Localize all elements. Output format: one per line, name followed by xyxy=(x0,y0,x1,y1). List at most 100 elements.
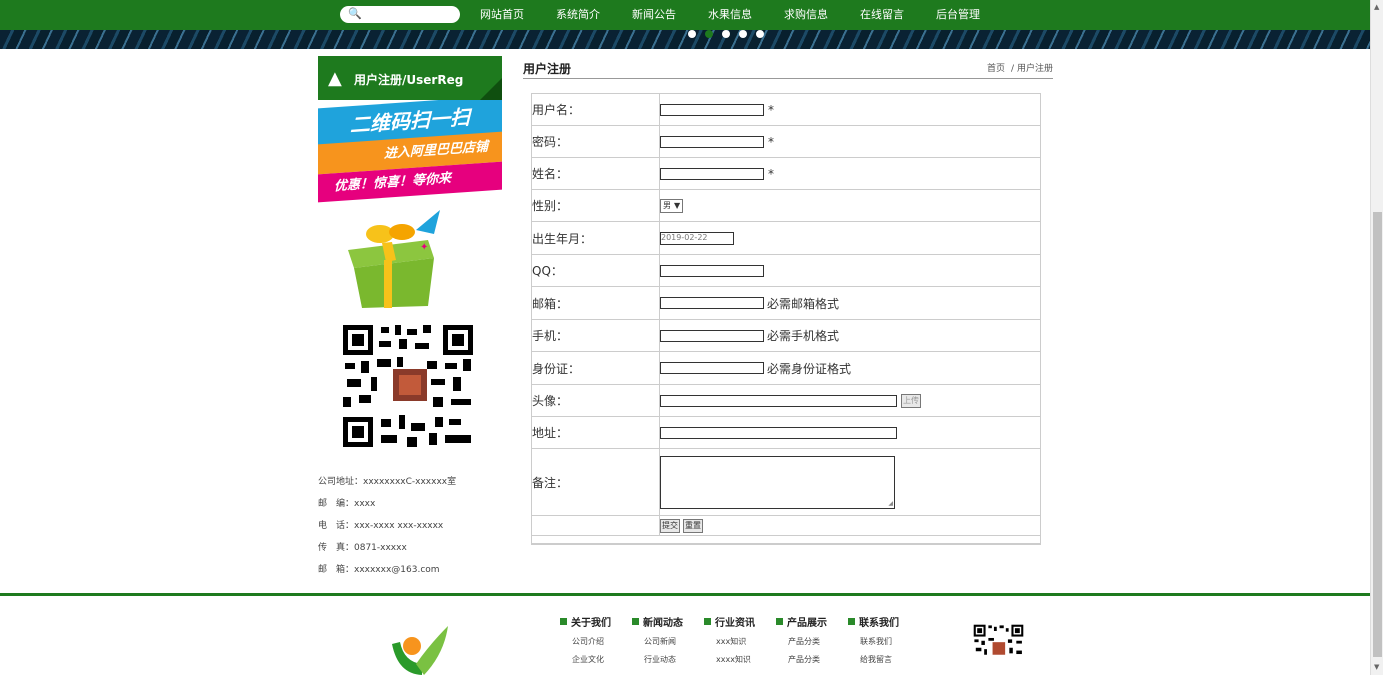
form-row-qq: QQ： xyxy=(532,255,1040,287)
footer-link[interactable]: 联系我们 xyxy=(848,636,920,647)
page-scrollbar[interactable]: ▲ ▼ xyxy=(1370,0,1383,675)
footer-link[interactable]: 产品分类 xyxy=(776,636,848,647)
contact-postcode: 邮 编：xxxx xyxy=(318,499,376,509)
scroll-up-icon[interactable]: ▲ xyxy=(1374,3,1379,11)
breadcrumb-home[interactable]: 首页 xyxy=(987,64,1005,74)
gender-select[interactable]: 男 ▼ xyxy=(660,198,684,213)
user-icon: ▲ xyxy=(328,68,342,89)
banner-strip xyxy=(0,30,1370,49)
contact-phone: 电 话：xxx-xxxx xxx-xxxxx xyxy=(318,521,444,531)
id-hint: 必需身份证格式 xyxy=(767,361,852,376)
footer-link[interactable]: 企业文化 xyxy=(560,654,632,665)
phone-hint: 必需手机格式 xyxy=(767,329,840,343)
footer-col-industry: 行业资讯 xxx知识 xxxx知识 xyxy=(704,614,776,665)
footer-link[interactable]: 产品分类 xyxy=(776,654,848,665)
nav-fruit[interactable]: 水果信息 xyxy=(708,0,752,30)
password-label: 密码： xyxy=(532,126,660,157)
breadcrumb-separator: / xyxy=(1010,64,1014,74)
search-icon: 🔍 xyxy=(348,7,362,20)
avatar-label: 头像： xyxy=(532,385,660,416)
form-row-phone: 手机： 必需手机格式 xyxy=(532,320,1040,352)
register-form: 用户名： * 密码： * 姓名： * 性别： 男 ▼ 出生年月： 2019-02-… xyxy=(531,93,1041,545)
footer-col-title: 新闻动态 xyxy=(643,618,683,629)
page-title-bar: 用户注册 首页 / 用户注册 xyxy=(523,58,1053,79)
footer-col-title: 行业资讯 xyxy=(715,618,755,629)
nav-purchase[interactable]: 求购信息 xyxy=(784,0,828,30)
name-input[interactable] xyxy=(660,167,764,180)
contact-fax: 传 真：0871-xxxxx xyxy=(318,543,407,553)
nav-home[interactable]: 网站首页 xyxy=(480,0,524,30)
footer-col-contact: 联系我们 联系我们 给我留言 xyxy=(848,614,920,665)
footer-col-title: 联系我们 xyxy=(859,618,899,629)
bullet-icon xyxy=(560,618,567,625)
main-nav: 网站首页 系统简介 新闻公告 水果信息 求购信息 在线留言 后台管理 xyxy=(480,0,1012,30)
avatar-input[interactable] xyxy=(660,394,897,407)
form-row-avatar: 头像： 上传 xyxy=(532,385,1040,417)
search-input[interactable]: 🔍 xyxy=(340,6,460,23)
top-nav-bar: 🔍 网站首页 系统简介 新闻公告 水果信息 求购信息 在线留言 后台管理 xyxy=(0,0,1370,30)
bullet-icon xyxy=(704,618,711,625)
contact-address: 公司地址：xxxxxxxxC-xxxxxx室 xyxy=(318,477,457,487)
carousel-dot-active[interactable] xyxy=(705,30,713,38)
footer-link[interactable]: xxxx知识 xyxy=(704,654,776,665)
sidebar-header: ▲ 用户注册/UserReg xyxy=(318,56,502,100)
footer-link[interactable]: 公司介绍 xyxy=(560,636,632,647)
resize-grip-icon[interactable]: ◢ xyxy=(888,500,893,507)
breadcrumb: 首页 / 用户注册 xyxy=(987,61,1053,74)
footer-link[interactable]: 公司新闻 xyxy=(632,636,704,647)
qq-input[interactable] xyxy=(660,264,764,277)
carousel-dot[interactable] xyxy=(688,30,696,38)
footer-qr-code xyxy=(973,624,1024,675)
email-label: 邮箱： xyxy=(532,287,660,319)
submit-button[interactable]: 提交 xyxy=(660,518,680,533)
scroll-down-icon[interactable]: ▼ xyxy=(1374,663,1379,671)
nav-admin[interactable]: 后台管理 xyxy=(936,0,980,30)
id-input[interactable] xyxy=(660,362,764,374)
remark-textarea[interactable]: ◢ xyxy=(660,455,895,509)
bullet-icon xyxy=(776,618,783,625)
username-label: 用户名： xyxy=(532,94,660,125)
promo-image: 二维码扫一扫 进入阿里巴巴店铺 优惠！惊喜！等你来 ✦ xyxy=(318,100,502,320)
carousel-dots xyxy=(688,30,764,38)
nav-news[interactable]: 新闻公告 xyxy=(632,0,676,30)
footer-link[interactable]: 给我留言 xyxy=(848,654,920,665)
page-title: 用户注册 xyxy=(523,62,572,76)
qr-code xyxy=(341,323,475,449)
username-input[interactable] xyxy=(660,103,764,116)
footer-link[interactable]: xxx知识 xyxy=(704,636,776,647)
email-input[interactable] xyxy=(660,297,764,309)
upload-button[interactable]: 上传 xyxy=(901,393,921,408)
nav-message[interactable]: 在线留言 xyxy=(860,0,904,30)
remark-label: 备注： xyxy=(532,449,660,515)
phone-label: 手机： xyxy=(532,320,660,351)
carousel-dot[interactable] xyxy=(739,30,747,38)
nav-intro[interactable]: 系统简介 xyxy=(556,0,600,30)
carousel-dot[interactable] xyxy=(756,30,764,38)
qq-label: QQ： xyxy=(532,255,660,286)
birth-date-input[interactable]: 2019-02-22 xyxy=(660,231,734,245)
form-row-username: 用户名： * xyxy=(532,94,1040,126)
name-label: 姓名： xyxy=(532,158,660,189)
scrollbar-thumb[interactable] xyxy=(1373,212,1382,657)
form-row-gender: 性别： 男 ▼ xyxy=(532,190,1040,222)
address-input[interactable] xyxy=(660,426,897,439)
gender-label: 性别： xyxy=(532,190,660,221)
required-mark: * xyxy=(768,102,774,117)
footer-divider xyxy=(0,593,1370,596)
reset-button[interactable]: 重置 xyxy=(683,518,703,533)
breadcrumb-current: 用户注册 xyxy=(1016,64,1053,74)
form-row-id: 身份证： 必需身份证格式 xyxy=(532,352,1040,385)
contact-email: 邮 箱：xxxxxxx@163.com xyxy=(318,565,440,575)
birth-label: 出生年月： xyxy=(532,222,660,254)
footer-link[interactable]: 行业动态 xyxy=(632,654,704,665)
phone-input[interactable] xyxy=(660,329,764,342)
bullet-icon xyxy=(632,618,639,625)
required-mark: * xyxy=(768,134,774,149)
footer-col-about: 关于我们 公司介绍 企业文化 xyxy=(560,614,632,665)
password-input[interactable] xyxy=(660,135,764,148)
corner-decoration xyxy=(480,78,502,100)
address-label: 地址： xyxy=(532,417,660,448)
carousel-dot[interactable] xyxy=(722,30,730,38)
id-label: 身份证： xyxy=(532,352,660,384)
form-row-password: 密码： * xyxy=(532,126,1040,158)
